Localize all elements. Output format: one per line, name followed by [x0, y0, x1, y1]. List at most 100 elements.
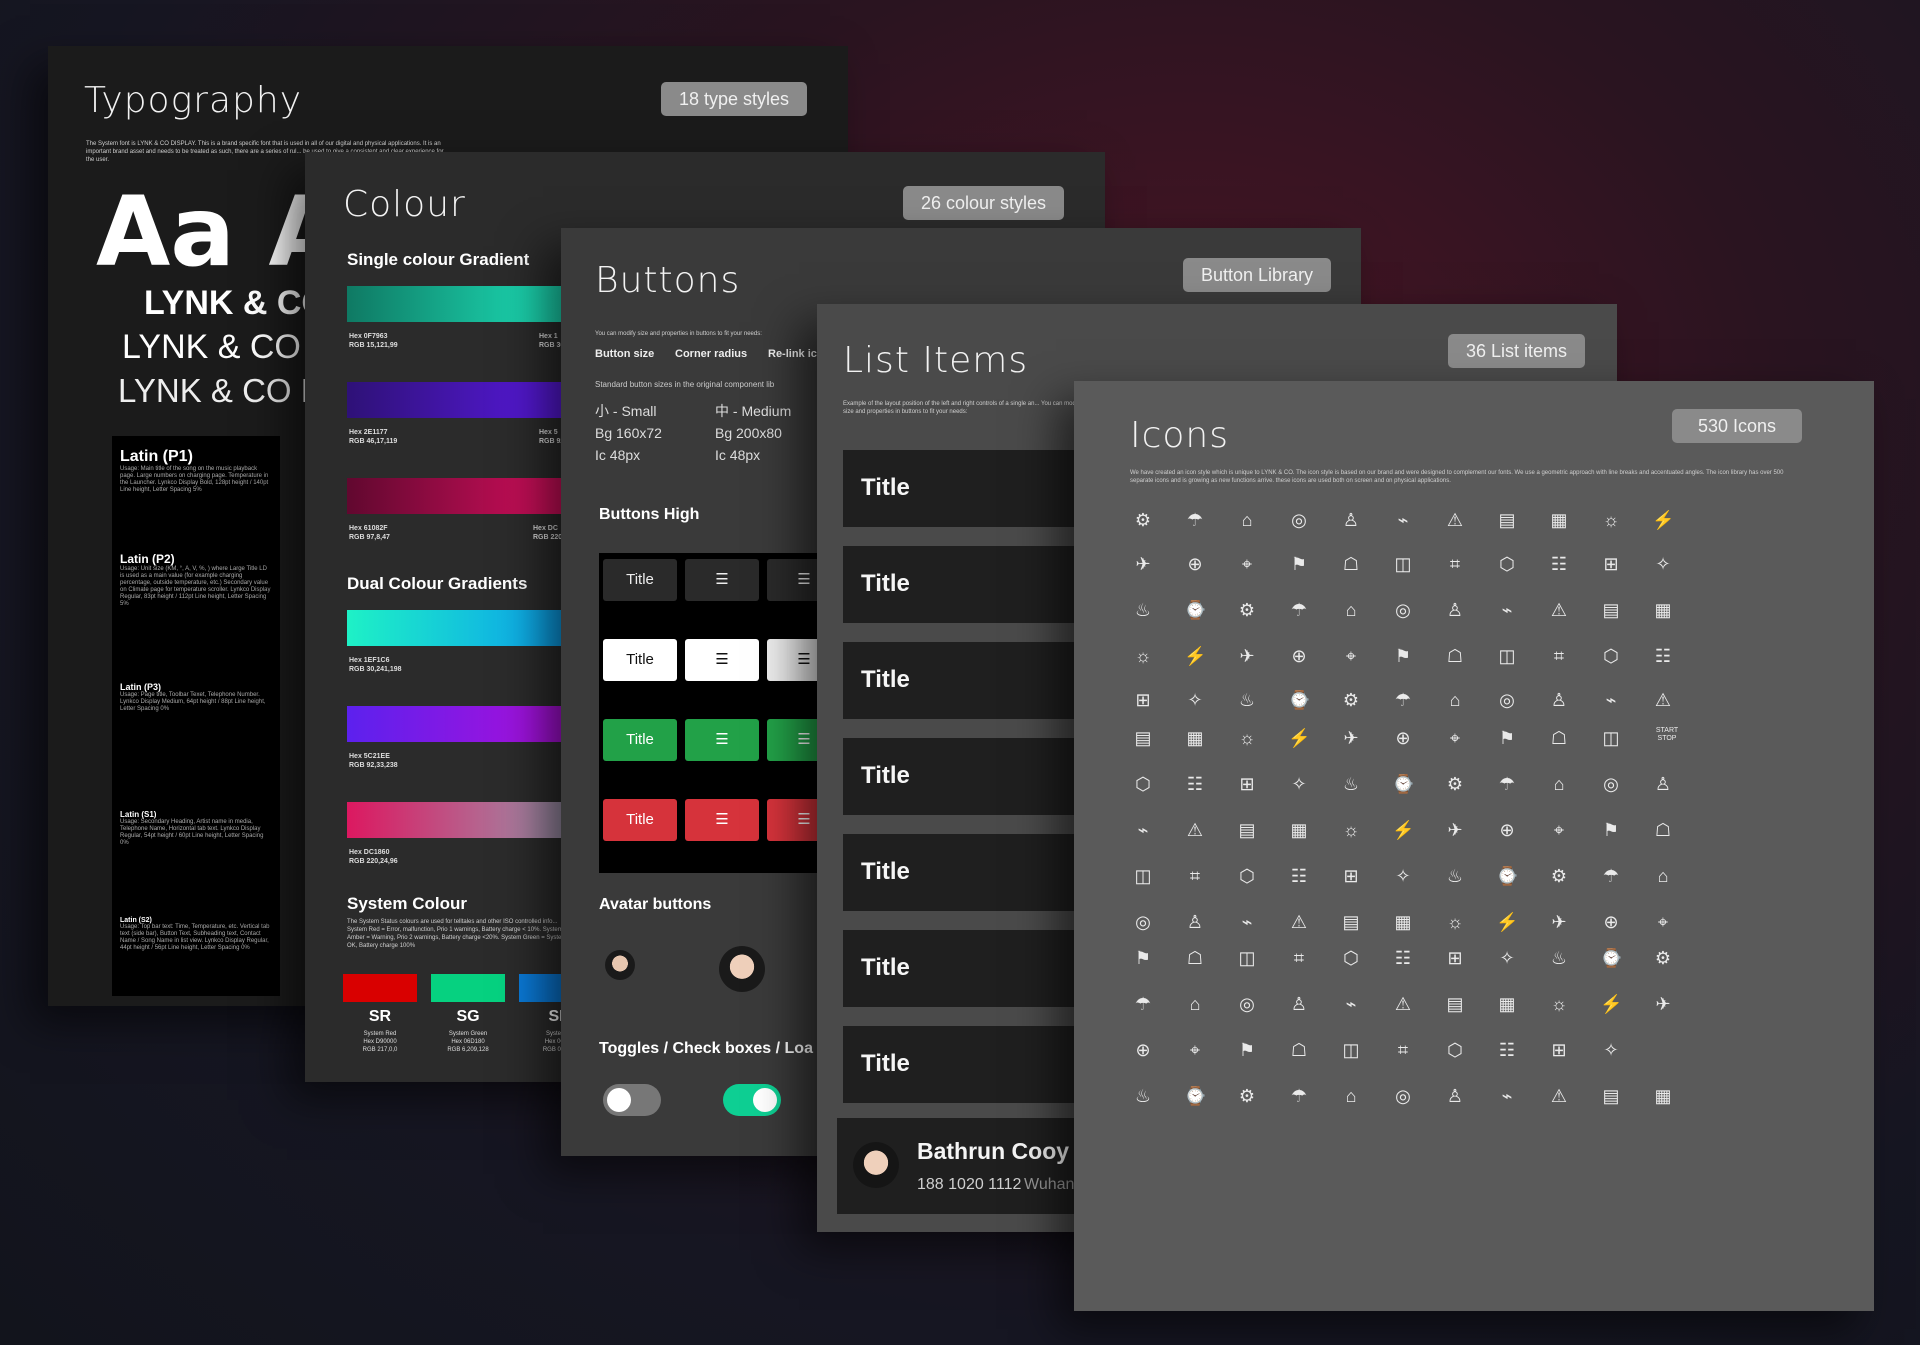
- list-items-note: Example of the layout position of the le…: [843, 401, 1082, 415]
- latin-p3-label: Latin (P3): [120, 682, 162, 692]
- list-item[interactable]: Title: [843, 642, 1103, 719]
- contact-list-item[interactable]: Bathrun Cooy 188 1020 1112 Wuhan: [837, 1118, 1103, 1214]
- toggle-off[interactable]: [603, 1084, 661, 1116]
- list-item[interactable]: Title: [843, 738, 1103, 815]
- sliders-icon: ☰: [797, 731, 811, 748]
- title-button-dark[interactable]: Title: [603, 559, 677, 601]
- alert-icon: ⚠: [1446, 510, 1464, 530]
- driver-icon: ☂: [1290, 600, 1308, 620]
- door-icon: ⌂: [1553, 774, 1565, 794]
- list-item[interactable]: Title: [843, 930, 1103, 1007]
- menu-icon: ☷: [1550, 554, 1568, 574]
- plane-icon: ✈: [1447, 820, 1463, 840]
- button-prop-radius: Corner radius: [675, 348, 748, 360]
- latin-s1-label: Latin (S1): [120, 810, 157, 819]
- window-icon: ▤: [1602, 1086, 1620, 1106]
- alert-icon: ⚠: [1394, 994, 1412, 1014]
- title-button-red[interactable]: Title: [603, 799, 677, 841]
- driver-icon: ☂: [1290, 1086, 1308, 1106]
- toggle-on[interactable]: [723, 1084, 781, 1116]
- seat-icon: ⚙: [1654, 948, 1672, 968]
- lock-icon: ⌁: [1137, 820, 1149, 840]
- star-icon: ✧: [1291, 774, 1307, 794]
- expand-icon: ⊞: [1551, 1040, 1567, 1060]
- single-gradient-swatch-teal: [347, 286, 577, 322]
- trunk-icon: ▦: [1186, 728, 1204, 748]
- hex-icon: ⬡: [1135, 774, 1151, 794]
- driver-icon: ☂: [1602, 866, 1620, 886]
- clock-icon: ⌚: [1600, 948, 1623, 968]
- heat-icon: ♨: [1342, 774, 1360, 794]
- add-icon: ⊕: [1291, 646, 1307, 666]
- user-icon: ♙: [1550, 690, 1568, 710]
- list-item[interactable]: Title: [843, 1026, 1103, 1103]
- toggle-knob: [607, 1088, 631, 1112]
- list-item[interactable]: Title: [843, 450, 1103, 527]
- title-button-green[interactable]: Title: [603, 719, 677, 761]
- flag-icon: ⚑: [1498, 728, 1516, 748]
- user-icon: ♙: [1186, 912, 1204, 932]
- sun-icon: ☼: [1134, 646, 1152, 666]
- expand-icon: ⊞: [1447, 948, 1463, 968]
- steering-icon: ◎: [1395, 600, 1411, 620]
- filter-button-dark[interactable]: ☰: [685, 559, 759, 601]
- list-item[interactable]: Title: [843, 546, 1103, 623]
- add-icon: ⊕: [1395, 728, 1411, 748]
- latin-styles-list: Latin (P1) Usage: Main title of the song…: [112, 436, 280, 996]
- colour-title: Colour: [343, 184, 466, 225]
- clock-icon: ⌚: [1184, 600, 1207, 620]
- heat-icon: ♨: [1134, 600, 1152, 620]
- panel-icon: ◫: [1134, 866, 1152, 886]
- sliders-icon: ☰: [797, 811, 811, 828]
- system-red-label: SR: [368, 1008, 392, 1025]
- steering-icon: ◎: [1395, 1086, 1411, 1106]
- steering-icon: ◎: [1239, 994, 1255, 1014]
- target-icon: ⌖: [1657, 912, 1669, 932]
- filter-button-red[interactable]: ☰: [685, 799, 759, 841]
- window-icon: ▤: [1498, 510, 1516, 530]
- lock-icon: ⌁: [1345, 994, 1357, 1014]
- power-icon: ⚡: [1392, 820, 1415, 840]
- lock-icon: ⌁: [1241, 912, 1253, 932]
- power-icon: ⚡: [1184, 646, 1207, 666]
- seat-icon: ⚙: [1550, 866, 1568, 886]
- list-item[interactable]: Title: [843, 834, 1103, 911]
- lynk-bold-sample: LYNK & CO: [144, 284, 328, 322]
- add-icon: ⊕: [1603, 912, 1619, 932]
- target-icon: ⌖: [1553, 820, 1565, 840]
- star-icon: ✧: [1655, 554, 1671, 574]
- filter-button-white[interactable]: ☰: [685, 639, 759, 681]
- single-purple-hex: Hex 2E1177 RGB 46,17,119: [349, 429, 398, 445]
- clock-icon: ⌚: [1496, 866, 1519, 886]
- user-icon: ♙: [1446, 1086, 1464, 1106]
- title-button-white[interactable]: Title: [603, 639, 677, 681]
- system-red-values: System Red Hex D90000 RGB 217,0,0: [362, 1031, 398, 1053]
- lynk-medium-sample: LYNK & CO: [122, 328, 301, 366]
- lynk-light-sample: LYNK & CO D: [118, 372, 325, 409]
- lock-icon: ⌁: [1501, 600, 1513, 620]
- latin-s2-label: Latin (S2): [120, 917, 152, 924]
- menu-icon: ☷: [1654, 646, 1672, 666]
- home-icon: ☖: [1446, 646, 1464, 666]
- lock-icon: ⌁: [1501, 1086, 1513, 1106]
- seat-icon: ⚙: [1342, 690, 1360, 710]
- trunk-icon: ▦: [1498, 994, 1516, 1014]
- avatar-button-medium[interactable]: [719, 946, 765, 992]
- sliders-icon: ☰: [715, 811, 729, 828]
- flag-icon: ⚑: [1134, 948, 1152, 968]
- lock-icon: ⌁: [1397, 510, 1409, 530]
- driver-icon: ☂: [1186, 510, 1204, 530]
- avatar: [853, 1142, 899, 1188]
- power-icon: ⚡: [1652, 510, 1675, 530]
- plane-icon: ✈: [1343, 728, 1359, 748]
- buttons-high-heading: Buttons High: [599, 506, 700, 523]
- dual-gradient-swatch-3: [347, 802, 577, 838]
- add-icon: ⊕: [1187, 554, 1203, 574]
- start-stop-icon: START STOP: [1655, 727, 1679, 742]
- expand-icon: ⊞: [1343, 866, 1359, 886]
- menu-icon: ☷: [1290, 866, 1308, 886]
- avatar-button-small[interactable]: [605, 950, 635, 980]
- filter-button-green[interactable]: ☰: [685, 719, 759, 761]
- panel-icon: ◫: [1498, 646, 1516, 666]
- menu-icon: ☷: [1498, 1040, 1516, 1060]
